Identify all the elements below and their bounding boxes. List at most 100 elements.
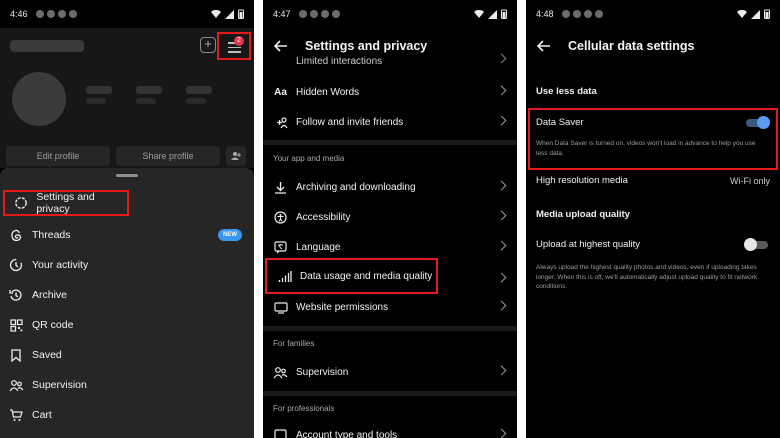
chevron-right-icon bbox=[496, 53, 507, 64]
section-heading-media-upload: Media upload quality bbox=[536, 209, 630, 220]
profile-stats bbox=[86, 86, 212, 108]
chart-icon bbox=[273, 428, 288, 438]
add-person-icon bbox=[230, 152, 241, 160]
menu-item-settings-and-privacy[interactable]: Settings and privacy bbox=[3, 190, 129, 216]
settings-item-label: Website permissions bbox=[296, 301, 389, 313]
menu-item-saved[interactable]: Saved bbox=[0, 342, 254, 368]
high-res-media-value: Wi-Fi only bbox=[730, 176, 770, 186]
settings-item-label: Archiving and downloading bbox=[296, 181, 416, 193]
download-icon bbox=[273, 180, 288, 195]
data-saver-label: Data Saver bbox=[536, 117, 584, 128]
chevron-right-icon bbox=[496, 300, 507, 311]
status-indicators bbox=[211, 9, 244, 19]
settings-item-account-type[interactable]: Account type and tools bbox=[263, 420, 517, 438]
avatar[interactable] bbox=[12, 72, 66, 126]
profile-header: + 2 Edit profile Share profile bbox=[0, 28, 254, 168]
hidden-words-icon: Aa bbox=[274, 86, 287, 98]
data-saver-toggle[interactable] bbox=[746, 116, 770, 129]
menu-item-supervision[interactable]: Supervision bbox=[0, 372, 254, 398]
notification-badge: 2 bbox=[234, 36, 244, 46]
settings-item-label: Account type and tools bbox=[296, 429, 398, 438]
chevron-right-icon bbox=[496, 115, 507, 126]
upload-highest-quality-label: Upload at highest quality bbox=[536, 239, 641, 250]
menu-item-label: Cart bbox=[32, 409, 52, 421]
settings-item-label: Hidden Words bbox=[296, 86, 360, 98]
edit-profile-button[interactable]: Edit profile bbox=[6, 146, 110, 166]
menu-item-label: QR code bbox=[32, 319, 74, 331]
high-res-media-item[interactable]: High resolution media bbox=[536, 175, 628, 186]
menu-item-threads[interactable]: Threads NEW bbox=[0, 222, 254, 248]
settings-item-accessibility[interactable]: Accessibility bbox=[263, 202, 517, 232]
sheet-handle[interactable] bbox=[116, 174, 138, 177]
settings-item-limited-interactions[interactable]: Limited interactions bbox=[263, 48, 517, 74]
menu-item-your-activity[interactable]: Your activity bbox=[0, 252, 254, 278]
menu-item-label: Settings and privacy bbox=[36, 191, 95, 215]
status-bar: 4:47 bbox=[263, 0, 517, 28]
settings-item-label: Data usage and media quality bbox=[300, 270, 433, 282]
chevron-right-icon bbox=[496, 180, 507, 191]
back-arrow-icon[interactable] bbox=[536, 38, 552, 54]
hamburger-menu-button[interactable]: 2 bbox=[217, 32, 251, 60]
section-divider bbox=[263, 391, 517, 396]
settings-item-website-permissions[interactable]: Website permissions bbox=[263, 292, 517, 322]
settings-item-label: Language bbox=[296, 241, 341, 253]
wifi-icon bbox=[211, 9, 221, 18]
upload-help-text: Always upload the highest quality photos… bbox=[536, 264, 758, 290]
section-heading-use-less-data: Use less data bbox=[536, 86, 597, 97]
data-saver-highlight: Data Saver When Data Saver is turned on,… bbox=[528, 108, 778, 170]
phone-screen-profile-menu: 4:46 + 2 Edit profile Share profile Sett… bbox=[0, 0, 254, 438]
status-bar: 4:46 bbox=[0, 0, 254, 28]
signal-bars-icon bbox=[277, 269, 292, 284]
status-time: 4:46 bbox=[10, 9, 28, 19]
battery-icon bbox=[501, 9, 507, 19]
menu-item-label: Saved bbox=[32, 349, 62, 361]
page-title: Cellular data settings bbox=[568, 39, 695, 53]
menu-item-label: Your activity bbox=[32, 259, 89, 271]
monitor-icon bbox=[273, 300, 288, 315]
settings-icon bbox=[13, 195, 28, 211]
menu-item-cart[interactable]: Cart bbox=[0, 402, 254, 428]
menu-item-label: Supervision bbox=[32, 379, 87, 391]
phone-screen-cellular-data: 4:48 Cellular data settings Use less dat… bbox=[526, 0, 780, 438]
section-divider bbox=[263, 326, 517, 331]
chevron-right-icon bbox=[496, 428, 507, 438]
signal-icon bbox=[751, 9, 760, 19]
phone-screen-settings: 4:47 Settings and privacy Limited intera… bbox=[263, 0, 517, 438]
settings-item-label: Supervision bbox=[296, 366, 349, 378]
notification-icons bbox=[298, 10, 340, 18]
menu-bottom-sheet: Settings and privacy Threads NEW Your ac… bbox=[0, 168, 254, 438]
new-badge: NEW bbox=[218, 229, 242, 241]
bookmark-icon bbox=[8, 347, 24, 363]
section-heading-app-media: Your app and media bbox=[273, 154, 345, 163]
settings-item-data-usage[interactable]: Data usage and media quality bbox=[265, 258, 438, 294]
menu-item-archive[interactable]: Archive bbox=[0, 282, 254, 308]
status-time: 4:48 bbox=[536, 9, 554, 19]
activity-icon bbox=[8, 257, 24, 273]
settings-item-hidden-words[interactable]: Aa Hidden Words bbox=[263, 77, 517, 107]
settings-item-supervision[interactable]: Supervision bbox=[263, 357, 517, 387]
threads-icon bbox=[8, 227, 24, 243]
menu-item-qr-code[interactable]: QR code bbox=[0, 312, 254, 338]
create-post-icon[interactable]: + bbox=[200, 37, 216, 53]
settings-item-archiving[interactable]: Archiving and downloading bbox=[263, 172, 517, 202]
add-person-button[interactable] bbox=[226, 146, 246, 166]
settings-item-follow-invite[interactable]: Follow and invite friends bbox=[263, 107, 517, 137]
chevron-right-icon bbox=[496, 365, 507, 376]
chevron-right-icon bbox=[496, 210, 507, 221]
cellular-header: Cellular data settings bbox=[526, 28, 780, 64]
profile-actions: Edit profile Share profile bbox=[6, 146, 248, 166]
share-profile-button[interactable]: Share profile bbox=[116, 146, 220, 166]
username-blurred bbox=[10, 40, 84, 52]
upload-highest-quality-toggle[interactable] bbox=[744, 238, 768, 251]
menu-item-label: Threads bbox=[32, 229, 71, 241]
settings-item-label: Follow and invite friends bbox=[296, 116, 404, 128]
accessibility-icon bbox=[273, 210, 288, 225]
wifi-icon bbox=[737, 9, 747, 18]
status-indicators bbox=[737, 9, 770, 19]
menu-item-label: Archive bbox=[32, 289, 68, 301]
battery-icon bbox=[238, 9, 244, 19]
chevron-right-icon bbox=[496, 240, 507, 251]
limited-interactions-icon bbox=[273, 54, 288, 69]
section-divider bbox=[263, 140, 517, 145]
signal-icon bbox=[488, 9, 497, 19]
